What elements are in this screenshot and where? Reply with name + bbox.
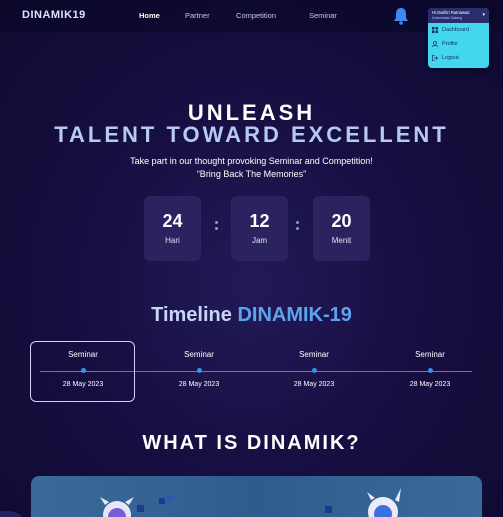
countdown-days: 24 Hari: [144, 196, 201, 261]
dashboard-icon: [432, 27, 438, 33]
nav-link-seminar[interactable]: Seminar: [309, 11, 337, 20]
timeline-event-label: Seminar: [184, 350, 214, 359]
timeline-event-date: 28 May 2023: [178, 381, 220, 388]
menu-item-profile[interactable]: Profile: [428, 37, 489, 51]
logout-icon: [432, 55, 438, 61]
timeline-dot: [311, 368, 317, 373]
countdown-value: 12: [249, 211, 270, 231]
menu-item-label: Profile: [442, 41, 458, 47]
timeline-event-date: 28 May 2023: [409, 381, 451, 388]
hero-title-line2: TALENT TOWARD EXCELLENT: [54, 122, 449, 147]
user-name: Hi Dwifitri Ratnawati: [432, 10, 470, 15]
timeline-dot: [80, 368, 86, 373]
timeline-event-label: Seminar: [68, 350, 98, 359]
decor-cubes-left: [159, 496, 173, 504]
user-dropdown-menu: Hi Dwifitri Ratnawati Universitas Dalang…: [428, 8, 489, 68]
timeline-dot: [196, 368, 202, 373]
timeline-event[interactable]: Seminar 28 May 2023: [149, 350, 249, 388]
countdown-value: 20: [331, 211, 352, 231]
menu-item-logout[interactable]: Logout: [428, 51, 489, 65]
countdown-label: Menit: [331, 236, 352, 245]
logo[interactable]: DINAMIK19: [22, 9, 86, 21]
user-header[interactable]: Hi Dwifitri Ratnawati Universitas Dalang…: [428, 8, 489, 23]
hero-tagline: “Bring Back The Memories”: [196, 169, 307, 179]
countdown-label: Hari: [165, 236, 180, 245]
hero-subtitle: Take part in our thought provoking Semin…: [130, 156, 373, 166]
nav-link-home[interactable]: Home: [139, 11, 160, 20]
bell-icon[interactable]: [393, 7, 409, 25]
about-panel: [31, 476, 482, 517]
countdown-hours: 12 Jam: [231, 196, 288, 261]
menu-item-dashboard[interactable]: Dashboard: [428, 23, 489, 37]
menu-item-label: Logout: [442, 55, 459, 61]
countdown-separator: [213, 218, 219, 238]
mascot-right-illustration: [367, 488, 401, 517]
nav-link-competition[interactable]: Competition: [236, 11, 276, 20]
decor-cube-right: [325, 506, 332, 513]
timeline-event[interactable]: Seminar 28 May 2023: [33, 350, 133, 388]
countdown-value: 24: [162, 211, 183, 231]
timeline-event-date: 28 May 2023: [62, 381, 104, 388]
timeline-event-label: Seminar: [299, 350, 329, 359]
timeline-title-part2: DINAMIK-19: [237, 304, 352, 326]
timeline-dot: [427, 368, 433, 373]
countdown-minutes: 20 Menit: [313, 196, 370, 261]
timeline-event-label: Seminar: [415, 350, 445, 359]
chevron-down-icon[interactable]: ▾: [482, 12, 485, 18]
nav-link-partner[interactable]: Partner: [185, 11, 210, 20]
corner-decoration: [0, 511, 22, 517]
timeline-title-part1: Timeline: [151, 304, 232, 326]
profile-icon: [432, 41, 438, 47]
about-section-title: WHAT IS DINAMIK?: [142, 432, 361, 454]
mascot-left-illustration: [100, 497, 144, 517]
menu-item-label: Dashboard: [442, 27, 469, 33]
user-subtitle: Universitas Dalang: [432, 16, 463, 20]
countdown-label: Jam: [251, 236, 268, 245]
countdown-separator: [294, 218, 300, 238]
timeline-event[interactable]: Seminar 28 May 2023: [380, 350, 480, 388]
timeline-event[interactable]: Seminar 28 May 2023: [264, 350, 364, 388]
timeline-event-date: 28 May 2023: [293, 381, 335, 388]
timeline-title: Timeline DINAMIK-19: [0, 304, 503, 327]
